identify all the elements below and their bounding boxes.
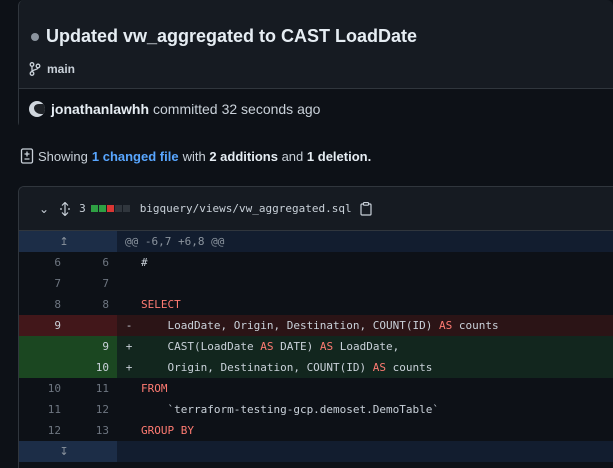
sql-keyword: GROUP BY <box>141 424 194 437</box>
expand-down-icon: ↧ <box>59 445 69 458</box>
old-line-number[interactable] <box>19 357 69 378</box>
new-line-number[interactable]: 10 <box>69 357 117 378</box>
sql-keyword: AS <box>260 340 274 353</box>
file-diff: ⌄ 3 bigquery/views/vw_aggregated.sql ↥ @… <box>18 186 613 468</box>
code-line: CAST(LoadDate AS DATE) AS LoadDate, <box>141 336 613 357</box>
changed-files-link[interactable]: 1 changed file <box>92 149 179 164</box>
git-branch-icon <box>29 62 41 76</box>
new-line-number[interactable]: 11 <box>69 378 117 399</box>
branch-name: main <box>47 62 76 76</box>
diff-line-del: 9 - LoadDate, Origin, Destination, COUNT(… <box>19 315 613 336</box>
code-line: SELECT <box>141 294 613 315</box>
new-line-number[interactable]: 9 <box>69 336 117 357</box>
code-line: FROM <box>141 378 613 399</box>
diffstat-square <box>106 205 114 212</box>
diff-line-add: 10 + Origin, Destination, COUNT(ID) AS co… <box>19 357 613 378</box>
old-line-number[interactable]: 7 <box>19 273 69 294</box>
diff-sign <box>117 399 141 420</box>
summary-prefix: Showing <box>38 148 88 164</box>
code-line <box>141 273 613 294</box>
sql-keyword: FROM <box>141 382 168 395</box>
diffstat-square <box>122 205 130 212</box>
diffstat-square <box>90 205 98 212</box>
diff-sign <box>117 252 141 273</box>
new-line-number[interactable] <box>69 315 117 336</box>
diff-sign <box>117 294 141 315</box>
status-dot-icon <box>31 32 39 41</box>
diff-line-add: 9 + CAST(LoadDate AS DATE) AS LoadDate, <box>19 336 613 357</box>
old-line-number[interactable]: 9 <box>19 315 69 336</box>
change-count: 3 <box>79 202 86 215</box>
diff-sign <box>117 273 141 294</box>
file-path[interactable]: bigquery/views/vw_aggregated.sql <box>140 202 352 215</box>
diff-sign <box>117 420 141 441</box>
author-row: jonathanlawhh committed 32 seconds ago <box>19 88 613 128</box>
diff-table: ↥ @@ -6,7 +6,8 @@ 6 6 #7 7 8 8 SELECT 9- LoadDa… <box>19 231 613 462</box>
hunk-header: @@ -6,7 +6,8 @@ <box>117 231 613 252</box>
code-line: Origin, Destination, COUNT(ID) AS counts <box>141 357 613 378</box>
diff-sign: + <box>117 357 141 378</box>
expand-all-icon[interactable] <box>59 201 71 216</box>
diff-line-ctx: 6 6 # <box>19 252 613 273</box>
sql-keyword: AS <box>319 340 334 353</box>
diff-line-ctx: 12 13 GROUP BY <box>19 420 613 441</box>
old-line-number[interactable]: 11 <box>19 399 69 420</box>
diffstat-square <box>114 205 122 212</box>
commit-action: committed <box>153 100 218 117</box>
diff-sign: - <box>117 315 141 336</box>
new-line-number[interactable]: 8 <box>69 294 117 315</box>
diff-line-ctx: 77 <box>19 273 613 294</box>
expand-down-row: ↧ <box>19 441 613 462</box>
old-line-number[interactable]: 10 <box>19 378 69 399</box>
diff-line-ctx: 8 8 SELECT <box>19 294 613 315</box>
new-line-number[interactable]: 7 <box>69 273 117 294</box>
diffstat-square <box>98 205 106 212</box>
diff-summary: Showing 1 changed file with 2 additions … <box>20 148 371 164</box>
additions-count: 2 additions <box>209 148 278 164</box>
hunk-header-row: ↥ @@ -6,7 +6,8 @@ <box>19 231 613 252</box>
old-line-number[interactable]: 12 <box>19 420 69 441</box>
copy-icon[interactable] <box>360 201 372 216</box>
old-line-number[interactable]: 6 <box>19 252 69 273</box>
avatar[interactable] <box>29 100 45 117</box>
commit-title-row: Updated vw_aggregated to CAST LoadDate <box>31 26 417 47</box>
diffstat-bar <box>90 205 130 212</box>
diff-line-ctx: 10 11 FROM <box>19 378 613 399</box>
expand-row-fill <box>117 441 613 462</box>
commit-time: 32 seconds ago <box>221 100 321 117</box>
commit-title: Updated vw_aggregated to CAST LoadDate <box>46 26 418 46</box>
summary-and: and <box>281 148 304 164</box>
new-line-number[interactable]: 12 <box>69 399 117 420</box>
deletions-count: 1 deletion. <box>306 148 372 164</box>
sql-keyword: SELECT <box>141 298 181 311</box>
new-line-number[interactable]: 6 <box>69 252 117 273</box>
code-line: GROUP BY <box>141 420 613 441</box>
summary-with: with <box>182 148 206 164</box>
diff-sign: + <box>117 336 141 357</box>
new-line-number[interactable]: 13 <box>69 420 117 441</box>
code-line: `terraform-testing-gcp.demoset.DemoTable… <box>141 403 440 416</box>
diff-sign <box>117 378 141 399</box>
sql-keyword: AS <box>372 361 387 374</box>
diff-line-ctx: 11 12 `terraform-testing-gcp.demoset.Demo… <box>19 399 613 420</box>
file-diff-icon <box>20 148 34 164</box>
file-header: ⌄ 3 bigquery/views/vw_aggregated.sql <box>19 187 613 231</box>
code-line: # <box>141 256 148 269</box>
expand-up-button[interactable]: ↥ <box>19 231 117 252</box>
sql-keyword: AS <box>439 319 453 332</box>
old-line-number[interactable] <box>19 336 69 357</box>
expand-down-button[interactable]: ↧ <box>19 441 117 462</box>
commit-header: Updated vw_aggregated to CAST LoadDate m… <box>18 0 613 128</box>
chevron-down-icon[interactable]: ⌄ <box>39 202 49 216</box>
old-line-number[interactable]: 8 <box>19 294 69 315</box>
code-line: LoadDate, Origin, Destination, COUNT(ID)… <box>141 315 613 336</box>
branch-link[interactable]: main <box>29 62 75 76</box>
author-link[interactable]: jonathanlawhh <box>51 101 149 117</box>
